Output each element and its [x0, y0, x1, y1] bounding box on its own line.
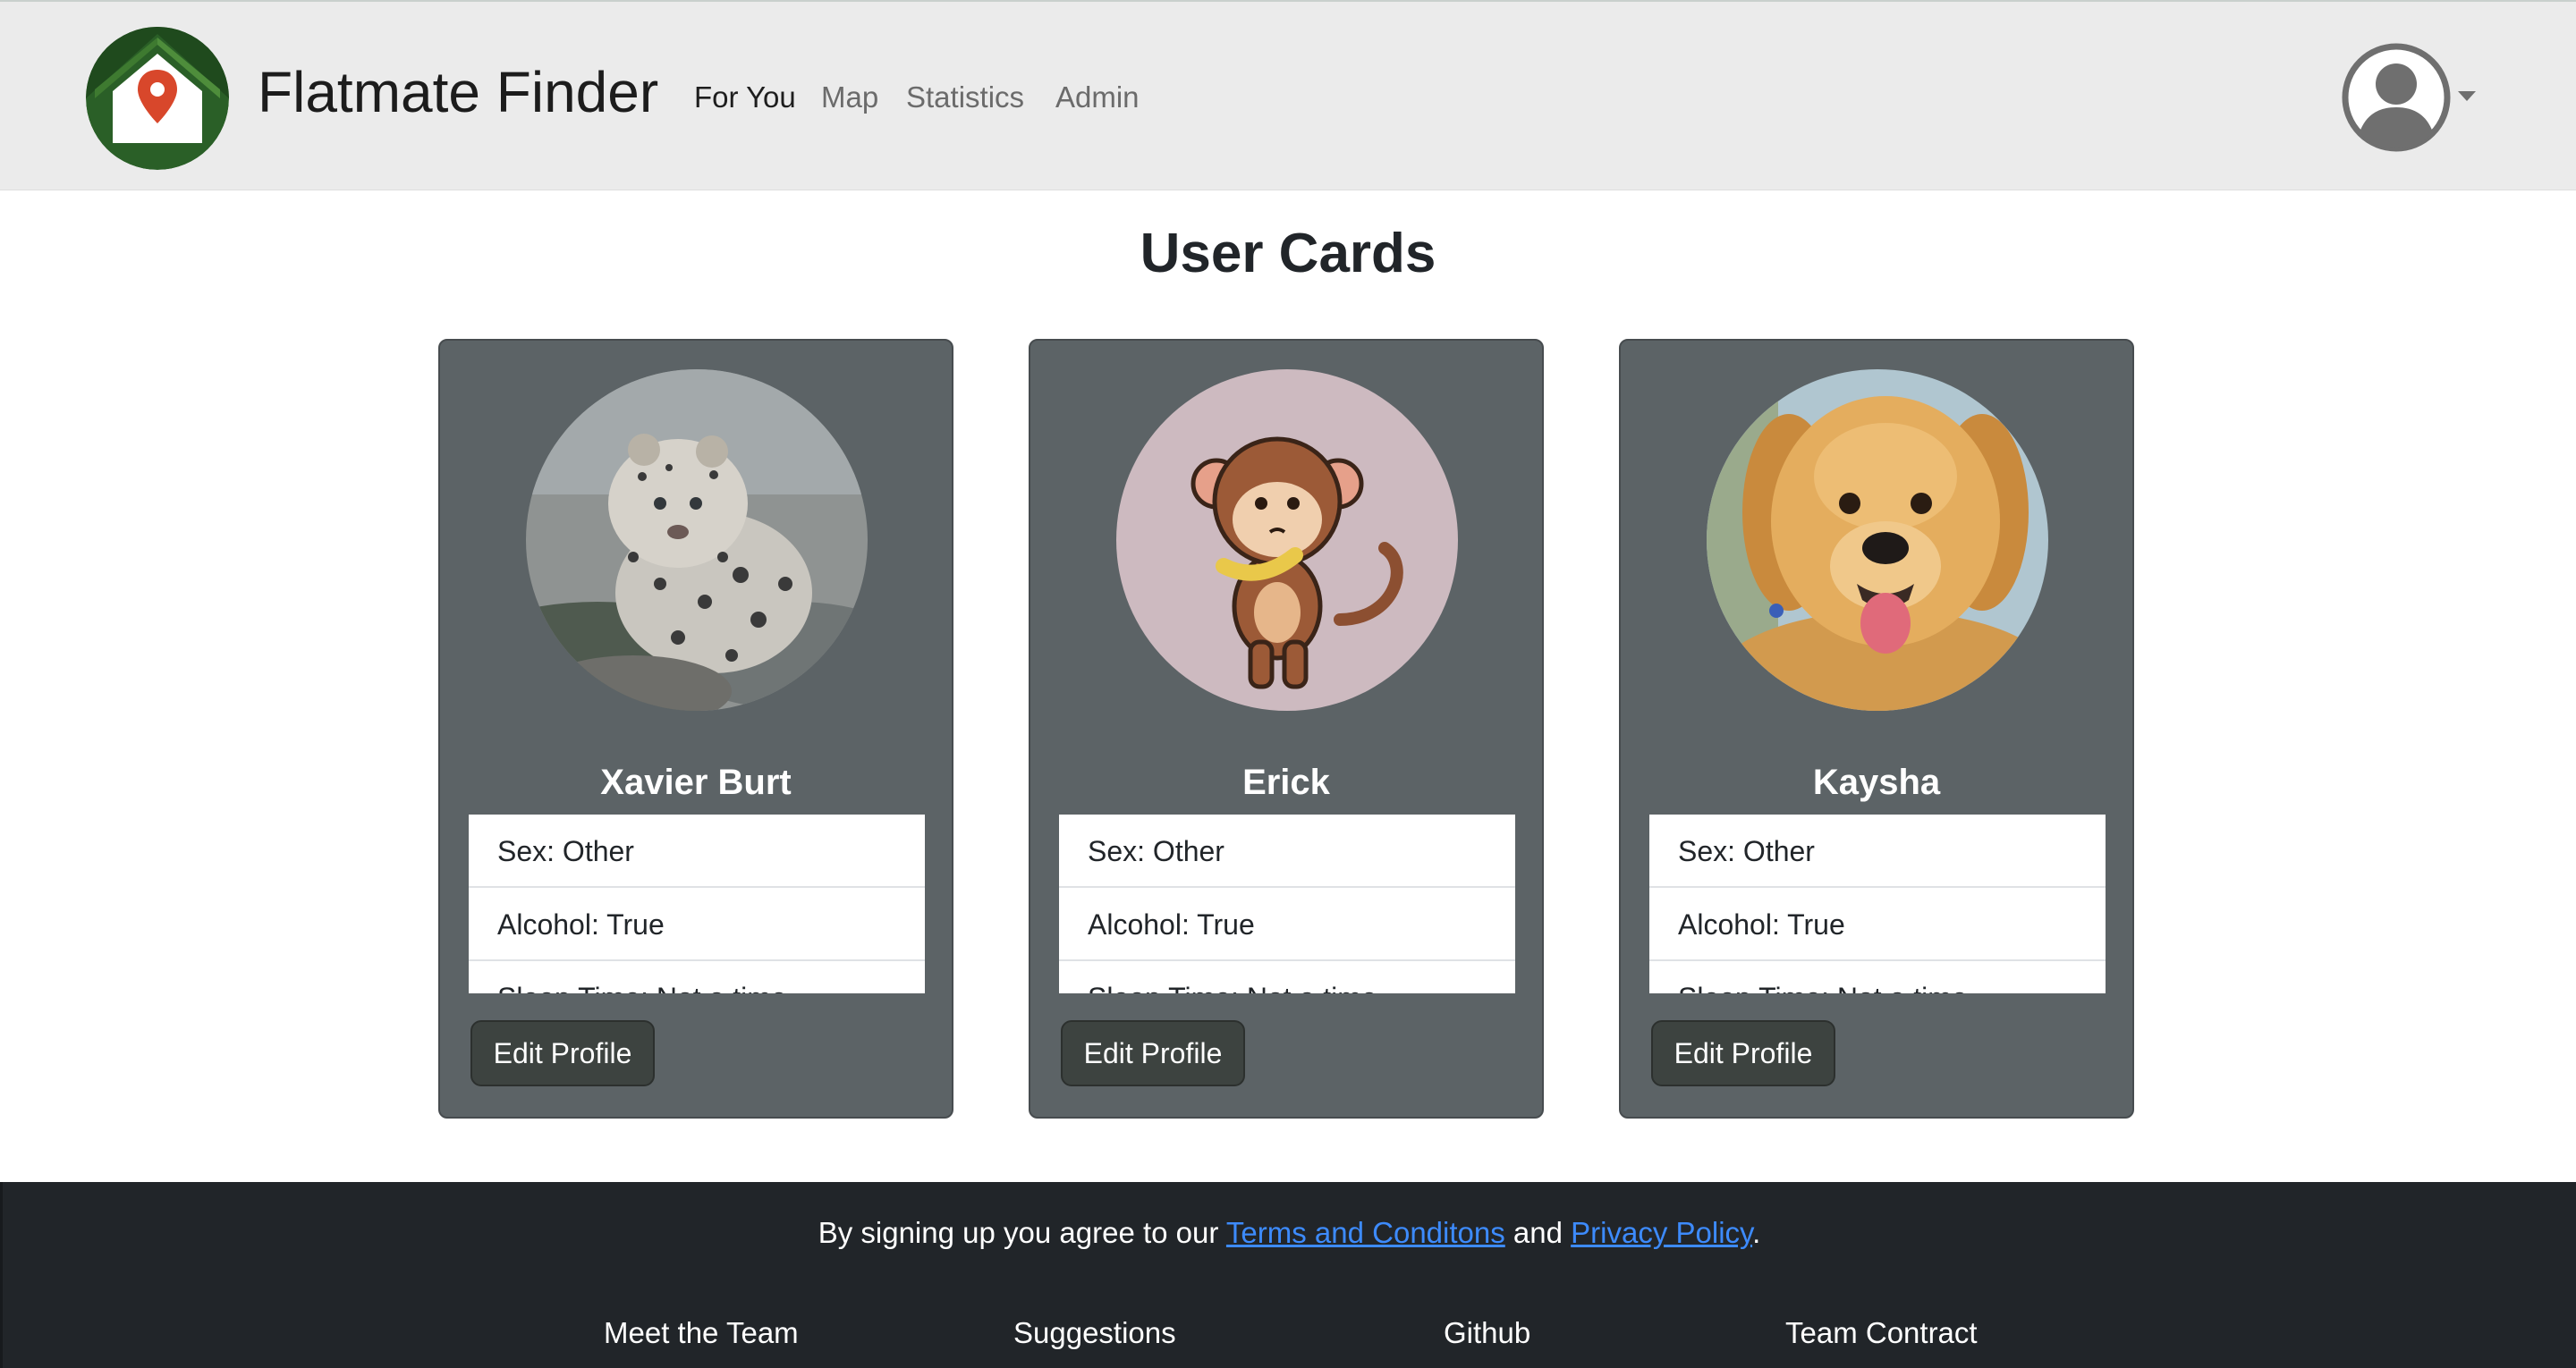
cartoon-monkey-illustration — [1116, 369, 1458, 711]
list-item: Alcohol: True — [1649, 888, 2106, 961]
card-name: Xavier Burt — [600, 763, 792, 802]
user-card: Erick Sex: Other Alcohol: True Sleep Tim… — [1029, 339, 1544, 1119]
list-item: Sex: Other — [469, 815, 925, 888]
nav-link-statistics[interactable]: Statistics — [906, 80, 1024, 114]
edit-profile-button[interactable]: Edit Profile — [1061, 1020, 1245, 1086]
user-card: Xavier Burt Sex: Other Alcohol: True Sle… — [438, 339, 953, 1119]
snow-leopard-cub-photo — [526, 369, 868, 711]
attribute-list[interactable]: Sex: Other Alcohol: True Sleep Time: Not… — [469, 815, 925, 993]
page-title: User Cards — [1140, 223, 1436, 284]
nav-link-for-you[interactable]: For You — [694, 80, 796, 114]
footer-link-team-contract[interactable]: Team Contract — [1785, 1316, 1978, 1350]
list-item: Sex: Other — [1649, 815, 2106, 888]
attribute-list[interactable]: Sex: Other Alcohol: True Sleep Time: Not… — [1649, 815, 2106, 993]
consent-prefix: By signing up you agree to our — [818, 1216, 1226, 1249]
footer: By signing up you agree to our Terms and… — [0, 1182, 2576, 1368]
list-item: Sex: Other — [1059, 815, 1515, 888]
consent-middle: and — [1504, 1216, 1572, 1249]
card-name: Kaysha — [1812, 763, 1941, 802]
brand-title[interactable]: Flatmate Finder — [258, 59, 658, 125]
privacy-link[interactable]: Privacy Policy — [1571, 1216, 1752, 1249]
golden-retriever-puppy-photo — [1707, 369, 2048, 711]
caret-down-icon[interactable] — [2458, 91, 2476, 101]
attribute-list[interactable]: Sex: Other Alcohol: True Sleep Time: Not… — [1059, 815, 1515, 993]
list-item: Alcohol: True — [1059, 888, 1515, 961]
list-item: Sleep Time: Not a time — [1059, 961, 1515, 993]
house-location-pin-logo-icon[interactable] — [86, 27, 229, 170]
user-card: Kaysha Sex: Other Alcohol: True Sleep Ti… — [1619, 339, 2134, 1119]
terms-link[interactable]: Terms and Conditons — [1226, 1216, 1505, 1249]
nav-link-admin[interactable]: Admin — [1055, 80, 1140, 114]
navbar: Flatmate Finder For You Map Statistics A… — [0, 0, 2576, 190]
footer-link-meet-the-team[interactable]: Meet the Team — [604, 1316, 799, 1350]
edit-profile-button[interactable]: Edit Profile — [470, 1020, 655, 1086]
list-item: Alcohol: True — [469, 888, 925, 961]
edit-profile-button[interactable]: Edit Profile — [1651, 1020, 1835, 1086]
footer-link-suggestions[interactable]: Suggestions — [1013, 1316, 1176, 1350]
list-item: Sleep Time: Not a time — [469, 961, 925, 993]
nav-link-map[interactable]: Map — [821, 80, 878, 114]
list-item: Sleep Time: Not a time — [1649, 961, 2106, 993]
card-name: Erick — [1242, 763, 1330, 802]
consent-suffix: . — [1752, 1216, 1761, 1249]
user-menu-button[interactable] — [2342, 43, 2451, 152]
footer-link-github[interactable]: Github — [1444, 1316, 1530, 1350]
user-avatar-icon — [2342, 43, 2451, 152]
consent-text: By signing up you agree to our Terms and… — [3, 1216, 2576, 1250]
